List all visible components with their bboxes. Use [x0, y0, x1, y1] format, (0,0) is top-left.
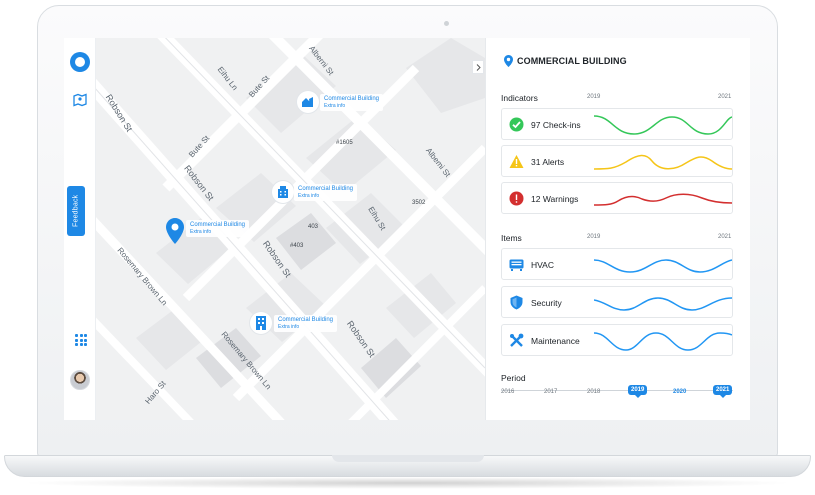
marker-label[interactable]: Commercial Building Extra info [274, 315, 338, 332]
tower-building-icon[interactable] [250, 312, 272, 334]
marker-label[interactable]: Commercial Building Extra info [294, 184, 358, 201]
building-number: 3502 [412, 200, 426, 206]
period-year[interactable]: 2016 [501, 389, 514, 395]
maintenance-sparkline [594, 332, 732, 351]
item-label: Security [531, 298, 562, 308]
marker-subtitle: Extra info [278, 324, 300, 330]
item-card-maintenance[interactable]: Maintenance [501, 324, 733, 356]
security-sparkline [594, 297, 732, 311]
checkins-sparkline [594, 115, 732, 135]
period-start-handle[interactable]: 2019 [628, 385, 648, 398]
shield-icon [510, 295, 523, 310]
items-heading: Items [501, 233, 522, 243]
indicator-card-alerts[interactable]: 31 Alerts [501, 145, 733, 177]
collapse-panel-button[interactable] [472, 60, 484, 74]
marker-title: Commercial Building [190, 222, 246, 228]
laptop-notch [332, 455, 484, 462]
map-icon[interactable] [73, 93, 87, 112]
marker-subtitle: Extra info [324, 103, 346, 109]
building-number: 403 [308, 224, 319, 230]
user-avatar[interactable] [70, 370, 90, 390]
marker-title: Commercial Building [324, 96, 380, 102]
app-screen: Feedback Alberni St Robson St Eihu Ln Bu… [64, 38, 750, 420]
indicators-heading: Indicators [501, 93, 538, 103]
marker-title: Commercial Building [278, 317, 334, 323]
item-card-hvac[interactable]: HVAC [501, 248, 733, 280]
period-year[interactable]: 2018 [587, 389, 600, 395]
laptop-shadow [20, 477, 795, 489]
period-year[interactable]: 2017 [544, 389, 557, 395]
items-year-end: 2021 [718, 234, 732, 240]
indicator-card-checkins[interactable]: 97 Check-ins [501, 108, 733, 140]
marker-label[interactable]: Commercial Building Extra info [186, 220, 250, 237]
building-number: #403 [290, 243, 304, 249]
marker-subtitle: Extra info [190, 229, 212, 235]
hvac-icon [509, 259, 524, 271]
hvac-sparkline [594, 259, 732, 273]
indicators-year-start: 2019 [587, 94, 601, 100]
period-end-handle[interactable]: 2021 [713, 385, 733, 398]
apps-grid-icon[interactable] [75, 334, 87, 346]
road-network [96, 38, 485, 420]
alerts-sparkline [594, 154, 732, 170]
map-view[interactable]: Alberni St Robson St Eihu Ln Bute St Rob… [96, 38, 485, 420]
indicator-label: 31 Alerts [531, 157, 565, 167]
warnings-sparkline [594, 193, 732, 206]
indicator-label: 97 Check-ins [531, 120, 581, 130]
item-label: Maintenance [531, 336, 580, 346]
left-rail: Feedback [64, 38, 96, 420]
check-circle-icon [509, 117, 524, 132]
item-label: HVAC [531, 260, 554, 270]
location-pin-icon [504, 55, 513, 67]
home-building-icon[interactable] [297, 91, 319, 113]
location-pin-icon[interactable] [166, 218, 184, 249]
office-building-icon[interactable] [272, 181, 294, 203]
tools-icon [510, 333, 524, 347]
period-heading: Period [501, 373, 526, 383]
warning-triangle-icon [509, 155, 524, 168]
items-year-start: 2019 [587, 234, 601, 240]
period-slider-track[interactable] [501, 390, 733, 391]
feedback-label: Feedback [72, 194, 80, 228]
panel-title-text: COMMERCIAL BUILDING [517, 56, 627, 66]
details-panel: COMMERCIAL BUILDING Indicators 2019 2021… [485, 38, 750, 420]
app-logo[interactable] [70, 52, 90, 72]
indicators-year-end: 2021 [718, 94, 732, 100]
indicator-label: 12 Warnings [531, 194, 579, 204]
camera [444, 21, 449, 26]
period-year[interactable]: 2020 [673, 389, 686, 395]
indicator-card-warnings[interactable]: 12 Warnings [501, 182, 733, 214]
building-number: #1605 [336, 140, 353, 146]
marker-subtitle: Extra info [298, 193, 320, 199]
marker-title: Commercial Building [298, 186, 354, 192]
panel-title: COMMERCIAL BUILDING [504, 55, 627, 67]
feedback-tab[interactable]: Feedback [67, 186, 85, 236]
error-circle-icon [509, 191, 524, 206]
marker-label[interactable]: Commercial Building Extra info [320, 94, 384, 111]
chevron-right-icon [476, 63, 481, 71]
item-card-security[interactable]: Security [501, 286, 733, 318]
